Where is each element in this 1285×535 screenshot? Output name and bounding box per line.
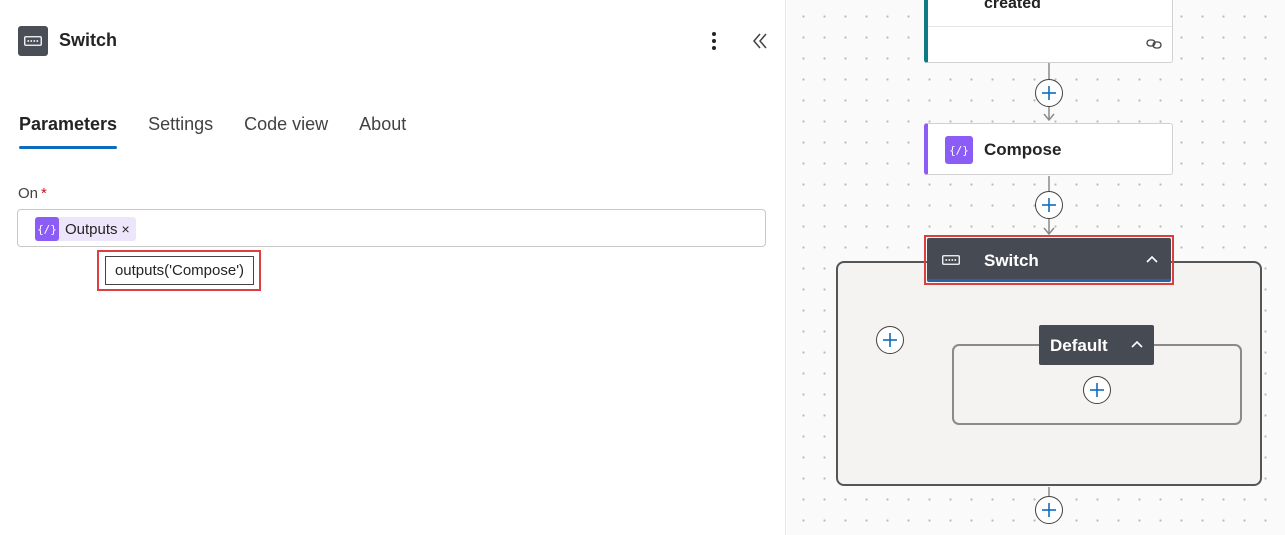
default-case-header[interactable]: Default <box>1039 325 1154 365</box>
add-action-button[interactable] <box>1083 376 1111 404</box>
on-label-text: On <box>18 185 39 202</box>
tab-code-view[interactable]: Code view <box>244 114 328 149</box>
plus-icon <box>1042 198 1056 212</box>
switch-icon <box>18 26 48 56</box>
more-dot-icon <box>712 46 716 50</box>
outputs-token[interactable]: {/} Outputs × <box>35 217 136 241</box>
add-step-button[interactable] <box>1035 496 1063 524</box>
card-divider <box>928 26 1172 27</box>
token-tooltip: outputs('Compose') <box>105 256 254 285</box>
plus-icon <box>883 333 897 347</box>
details-panel: Switch Parameters Settings Code view Abo… <box>0 0 786 535</box>
default-label: Default <box>1050 336 1108 355</box>
link-icon <box>1146 37 1162 55</box>
tab-parameters[interactable]: Parameters <box>19 114 118 149</box>
compose-label: Compose <box>984 140 1062 159</box>
more-dot-icon <box>712 32 716 36</box>
flow-canvas[interactable]: created {/} Compose Default Switch <box>787 0 1285 535</box>
on-field-label: On * <box>18 185 47 202</box>
add-case-button[interactable] <box>876 326 904 354</box>
trigger-card-title: created <box>984 0 1041 12</box>
compose-card[interactable]: {/} Compose <box>924 123 1173 175</box>
collapse-panel-button[interactable] <box>748 28 772 54</box>
add-step-button[interactable] <box>1035 191 1063 219</box>
tab-settings[interactable]: Settings <box>148 114 213 149</box>
token-label: Outputs <box>65 220 118 238</box>
plus-icon <box>1042 503 1056 517</box>
on-input[interactable]: {/} Outputs × <box>17 209 766 247</box>
plus-icon <box>1090 383 1104 397</box>
switch-node[interactable]: Switch <box>927 238 1171 282</box>
more-dot-icon <box>712 39 716 43</box>
add-step-button[interactable] <box>1035 79 1063 107</box>
switch-node-label: Switch <box>984 251 1039 270</box>
panel-tabs: Parameters Settings Code view About <box>19 114 406 149</box>
expression-icon: {/} <box>35 217 59 241</box>
switch-icon <box>942 252 960 270</box>
plus-icon <box>1042 86 1056 100</box>
remove-token-button[interactable]: × <box>122 221 130 237</box>
tab-about[interactable]: About <box>359 114 406 149</box>
chevron-up-icon[interactable] <box>1130 337 1144 356</box>
compose-icon: {/} <box>945 136 973 164</box>
chevron-up-icon[interactable] <box>1145 252 1159 271</box>
trigger-card[interactable]: created <box>924 0 1173 63</box>
required-mark: * <box>41 185 47 202</box>
panel-title: Switch <box>59 30 118 50</box>
more-options-button[interactable] <box>703 28 725 54</box>
double-chevron-left-icon <box>753 33 767 49</box>
